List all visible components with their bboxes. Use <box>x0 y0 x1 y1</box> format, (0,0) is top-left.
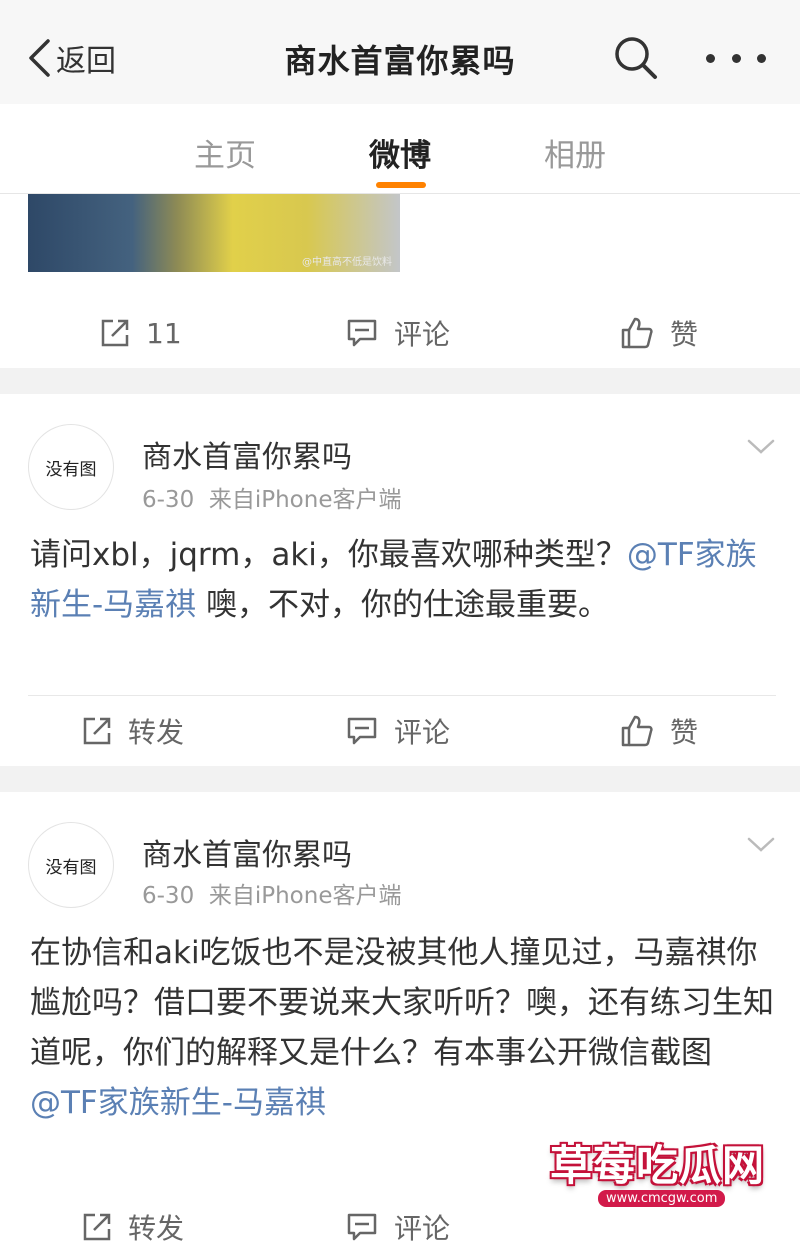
avatar[interactable]: 没有图 <box>28 822 114 908</box>
like-button[interactable]: 赞 <box>620 298 698 368</box>
search-icon[interactable] <box>612 34 660 82</box>
comment-button[interactable]: 评论 <box>346 696 450 766</box>
post-date: 6-30 <box>142 487 195 513</box>
chevron-down-icon[interactable] <box>746 438 776 456</box>
watermark-title: 草莓吃瓜网 <box>550 1141 766 1190</box>
repost-button[interactable]: 转发 <box>82 696 184 766</box>
chevron-down-icon[interactable] <box>746 836 776 854</box>
post-source: 来自iPhone客户端 <box>208 883 402 909</box>
comment-button[interactable]: 评论 <box>346 1192 450 1242</box>
repost-icon <box>83 1213 111 1241</box>
post-username[interactable]: 商水首富你累吗 <box>142 432 352 476</box>
like-button[interactable]: 赞 <box>620 696 698 766</box>
post-body: 请问xbl，jqrm，aki，你最喜欢哪种类型？ <box>30 537 627 573</box>
repost-label: 转发 <box>128 1212 185 1242</box>
tab-album[interactable]: 相册 <box>544 130 606 175</box>
thumbs-up-icon <box>621 317 653 349</box>
site-watermark: 草莓吃瓜网 www.cmcgw.com <box>540 1108 790 1220</box>
like-label: 赞 <box>670 318 699 351</box>
more-icon[interactable] <box>706 36 766 80</box>
thumbs-up-icon <box>621 715 653 747</box>
image-watermark: @中直高不低是饮料 <box>302 257 392 268</box>
profile-tabs: 主页 微博 相册 <box>0 104 800 194</box>
repost-icon <box>101 319 129 347</box>
post-text: 请问xbl，jqrm，aki，你最喜欢哪种类型？@TF家族新生-马嘉祺 噢，不对… <box>30 530 775 680</box>
post-actions: 11 评论 赞 <box>0 298 800 368</box>
post-card: @中直高不低是饮料 11 评论 赞 <box>0 194 800 368</box>
comment-label: 评论 <box>394 716 451 749</box>
watermark-url: www.cmcgw.com <box>598 1190 726 1207</box>
post-meta: 6-30 来自iPhone客户端 <box>142 876 401 910</box>
nav-bar: 返回 商水首富你累吗 <box>0 0 800 104</box>
repost-label: 转发 <box>128 716 185 749</box>
post-source: 来自iPhone客户端 <box>208 487 402 513</box>
tab-weibo[interactable]: 微博 <box>369 130 431 175</box>
post-card: 没有图 商水首富你累吗 6-30 来自iPhone客户端 请问xbl，jqrm，… <box>0 394 800 766</box>
like-label: 赞 <box>670 716 699 749</box>
tab-home[interactable]: 主页 <box>194 130 256 175</box>
post-body-cont: 噢，不对，你的仕途最重要。 <box>196 587 610 623</box>
mention-link[interactable]: @TF家族新生-马嘉祺 <box>30 1085 326 1121</box>
active-tab-indicator <box>376 182 426 188</box>
repost-icon <box>83 717 111 745</box>
post-actions: 转发 评论 赞 <box>0 696 800 766</box>
comment-button[interactable]: 评论 <box>346 298 450 368</box>
page-title: 商水首富你累吗 <box>284 42 516 80</box>
comment-icon <box>347 319 377 347</box>
repost-button[interactable]: 转发 <box>82 1192 184 1242</box>
comment-icon <box>347 717 377 745</box>
post-body: 在协信和aki吃饭也不是没被其他人撞见过，马嘉祺你尴尬吗？借口要不要说来大家听听… <box>30 935 774 1071</box>
comment-label: 评论 <box>394 1212 451 1242</box>
post-username[interactable]: 商水首富你累吗 <box>142 830 352 874</box>
post-image[interactable]: @中直高不低是饮料 <box>28 194 400 272</box>
repost-button[interactable]: 11 <box>100 298 182 368</box>
post-meta: 6-30 来自iPhone客户端 <box>142 480 401 514</box>
avatar[interactable]: 没有图 <box>28 424 114 510</box>
comment-icon <box>347 1213 377 1241</box>
comment-label: 评论 <box>394 318 451 351</box>
post-date: 6-30 <box>142 883 195 909</box>
repost-count: 11 <box>146 316 182 350</box>
